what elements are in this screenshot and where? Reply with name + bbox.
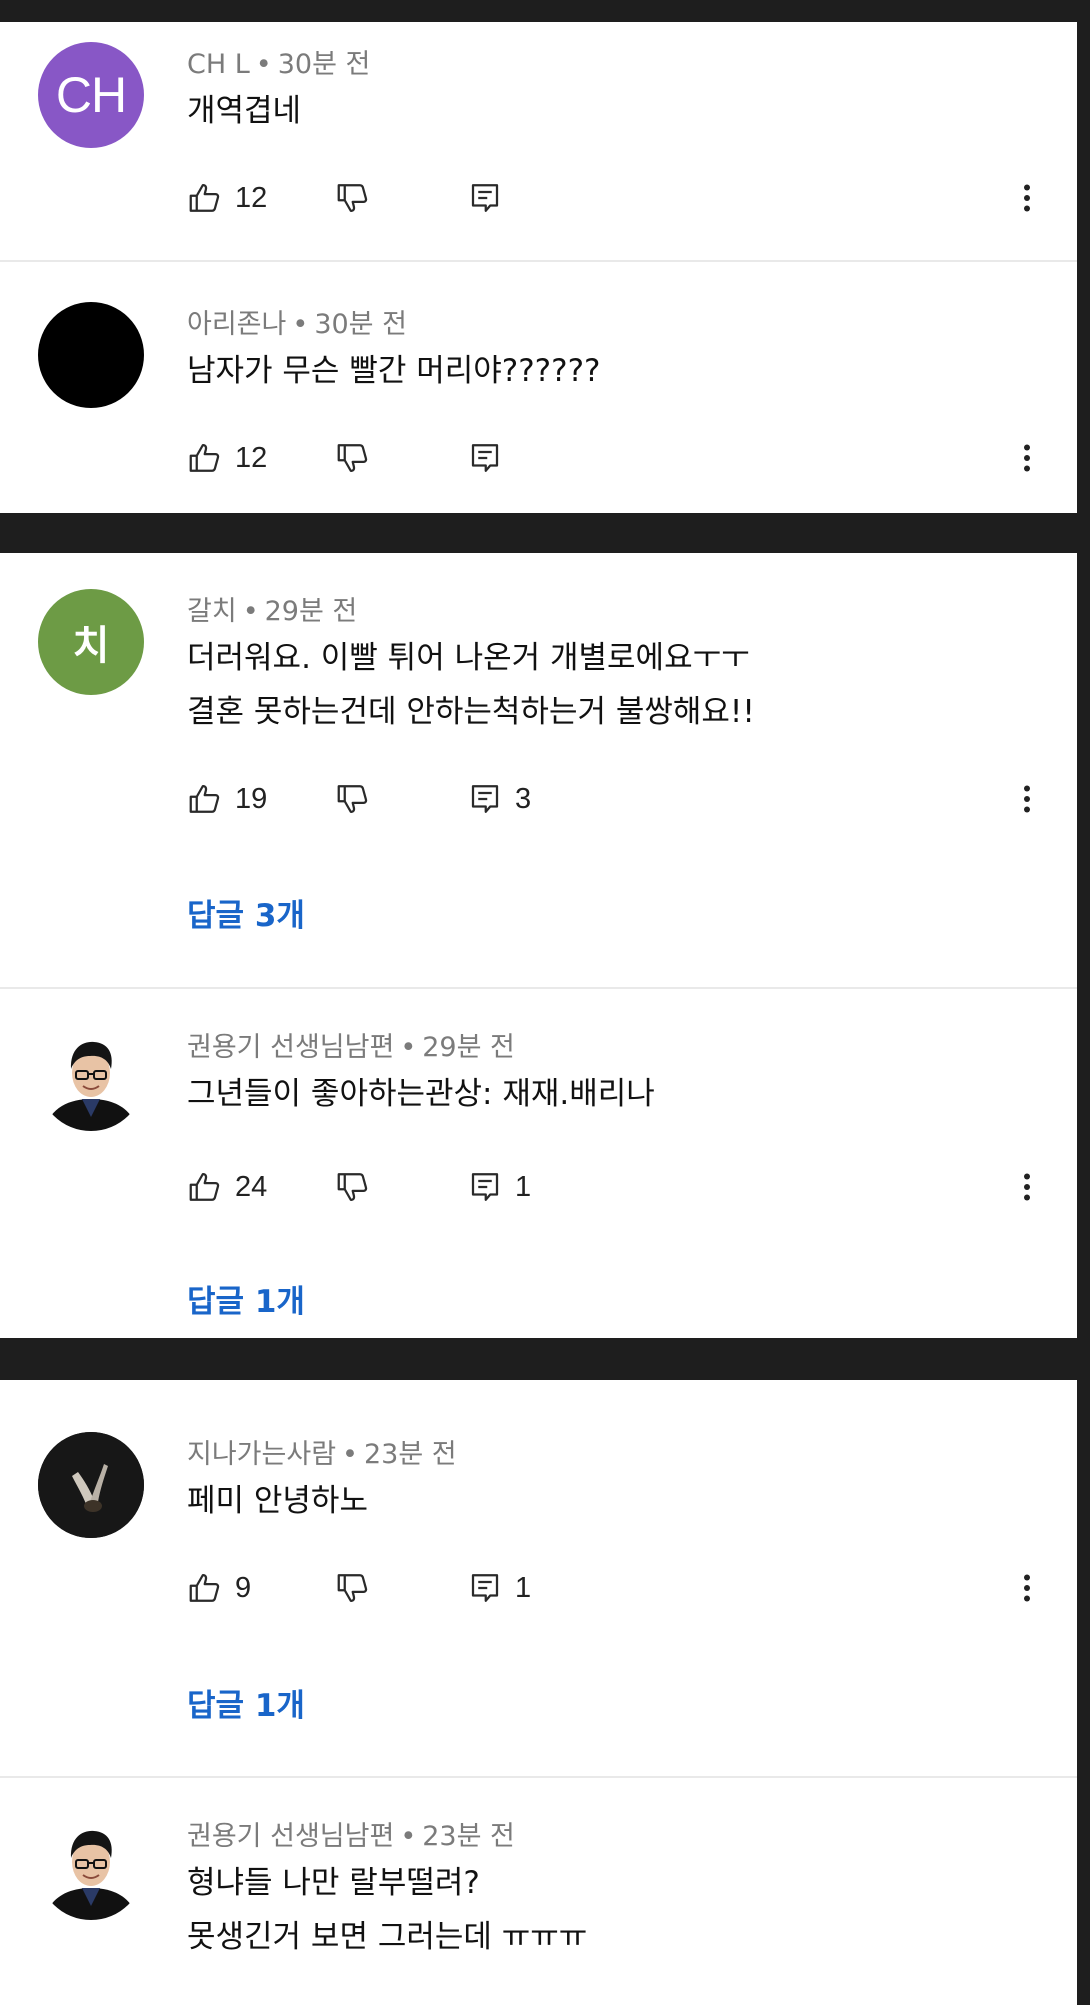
- comment-time: 29분 전: [422, 1032, 515, 1063]
- comment-actions: 12: [187, 176, 1047, 220]
- comment-time: 30분 전: [314, 309, 407, 340]
- comment-time: 23분 전: [363, 1439, 457, 1470]
- reply-count: 3: [515, 782, 532, 815]
- thumbs-down-icon: [337, 1574, 368, 1602]
- comment-meta: 권용기 선생님남편 • 23분 전: [187, 1821, 515, 1852]
- comment-author[interactable]: 갈치: [187, 596, 237, 627]
- reply-button[interactable]: 1: [467, 1566, 531, 1610]
- reply-icon: [471, 184, 499, 212]
- comment-author[interactable]: 권용기 선생님남편: [187, 1032, 394, 1063]
- like-count: 19: [235, 782, 268, 815]
- comment-time: 29분 전: [264, 596, 358, 627]
- comment-text: 형냐들 나만 랄부떨려? 못생긴거 보면 그러는데 ㅠㅠㅠ: [187, 1865, 588, 1955]
- more-vert-icon: [1024, 1173, 1030, 1201]
- like-count: 12: [235, 441, 268, 474]
- thumbs-up-icon: [189, 785, 220, 813]
- comment-actions: 24 1: [187, 1165, 1047, 1209]
- comment-item: 아리존나 • 30분 전 남자가 무슨 빨간 머리야?????? 12: [0, 282, 1077, 513]
- comment-item: 권용기 선생님남편 • 23분 전 형냐들 나만 랄부떨려? 못생긴거 보면 그러는…: [0, 1778, 1077, 2005]
- more-vert-icon: [1024, 1574, 1030, 1602]
- like-button[interactable]: 24: [187, 1165, 267, 1209]
- dislike-button[interactable]: [335, 777, 371, 821]
- comment-time: 23분 전: [422, 1821, 515, 1852]
- comment-meta: 권용기 선생님남편 • 29분 전: [187, 1032, 515, 1063]
- comment-actions: 19 3: [187, 777, 1047, 821]
- comment-author[interactable]: 아리존나: [187, 309, 286, 340]
- like-button[interactable]: 9: [187, 1566, 251, 1610]
- comment-item: 지나가는사람 • 23분 전 페미 안녕하노 9 1 답글 1개: [0, 1380, 1077, 1776]
- reply-icon: [471, 785, 499, 813]
- like-count: 12: [235, 181, 268, 214]
- comment-actions: 12: [187, 436, 1047, 480]
- reply-button[interactable]: 3: [467, 777, 531, 821]
- comments-panel-1: CH CH L • 30분 전 개역겹네 12 아리존나 • 30분 전 남자가…: [0, 22, 1077, 513]
- comment-actions: 9 1: [187, 1566, 1047, 1610]
- reply-count: 1: [515, 1571, 532, 1604]
- avatar[interactable]: [38, 1025, 144, 1131]
- avatar[interactable]: CH: [38, 42, 144, 148]
- thumbs-down-icon: [337, 184, 368, 212]
- like-button[interactable]: 19: [187, 777, 267, 821]
- thumbs-up-icon: [189, 184, 220, 212]
- reply-count: 1: [515, 1170, 532, 1203]
- more-vert-icon: [1024, 444, 1030, 472]
- thumbs-up-icon: [189, 1574, 220, 1602]
- comment-meta: 갈치 • 29분 전: [187, 596, 358, 627]
- more-options-button[interactable]: [1007, 1566, 1047, 1610]
- reply-button[interactable]: [467, 176, 515, 220]
- dislike-button[interactable]: [335, 436, 371, 480]
- avatar[interactable]: [38, 302, 144, 408]
- comment-meta: 아리존나 • 30분 전: [187, 309, 407, 340]
- comment-text: 그년들이 좋아하는관상: 재재.배리나: [187, 1076, 655, 1112]
- more-vert-icon: [1024, 785, 1030, 813]
- reply-icon: [471, 444, 499, 472]
- hands-avatar: [38, 1432, 144, 1538]
- reply-icon: [471, 1173, 499, 1201]
- comment-meta: 지나가는사람 • 23분 전: [187, 1439, 457, 1470]
- like-button[interactable]: 12: [187, 436, 267, 480]
- comment-item: CH CH L • 30분 전 개역겹네 12: [0, 22, 1077, 280]
- dislike-button[interactable]: [335, 1165, 371, 1209]
- comment-item: 치 갈치 • 29분 전 더러워요. 이빨 튀어 나온거 개별로에요ㅜㅜ 결혼 못하…: [0, 553, 1077, 987]
- thumbs-down-icon: [337, 1173, 368, 1201]
- view-replies-link[interactable]: 답글 1개: [187, 1680, 305, 1725]
- comment-meta: CH L • 30분 전: [187, 49, 371, 80]
- comments-panel-3: 지나가는사람 • 23분 전 페미 안녕하노 9 1 답글 1개 권용기 선생님…: [0, 1380, 1077, 2005]
- thumbs-down-icon: [337, 444, 368, 472]
- comment-author[interactable]: CH L: [187, 49, 250, 80]
- thumbs-up-icon: [189, 444, 220, 472]
- reply-button[interactable]: 1: [467, 1165, 531, 1209]
- more-vert-icon: [1024, 184, 1030, 212]
- comment-text: 페미 안녕하노: [187, 1483, 368, 1519]
- reply-icon: [471, 1574, 499, 1602]
- view-replies-link[interactable]: 답글 3개: [187, 890, 305, 935]
- comments-panel-2: 치 갈치 • 29분 전 더러워요. 이빨 튀어 나온거 개별로에요ㅜㅜ 결혼 못하…: [0, 553, 1077, 1338]
- avatar[interactable]: 치: [38, 589, 144, 695]
- comment-item: 권용기 선생님남편 • 29분 전 그년들이 좋아하는관상: 재재.배리나 24 1…: [0, 989, 1077, 1338]
- more-options-button[interactable]: [1007, 1165, 1047, 1209]
- reply-button[interactable]: [467, 436, 515, 480]
- more-options-button[interactable]: [1007, 777, 1047, 821]
- person-glasses-avatar: [38, 1025, 144, 1131]
- more-options-button[interactable]: [1007, 176, 1047, 220]
- like-count: 24: [235, 1170, 268, 1203]
- comment-text: 개역겹네: [187, 93, 302, 129]
- comment-author[interactable]: 권용기 선생님남편: [187, 1821, 394, 1852]
- avatar[interactable]: [38, 1432, 144, 1538]
- comment-text: 더러워요. 이빨 튀어 나온거 개별로에요ㅜㅜ 결혼 못하는건데 안하는척하는거…: [187, 640, 755, 730]
- dislike-button[interactable]: [335, 176, 371, 220]
- comment-author[interactable]: 지나가는사람: [187, 1439, 336, 1470]
- thumbs-up-icon: [189, 1173, 220, 1201]
- comment-time: 30분 전: [277, 49, 371, 80]
- dislike-button[interactable]: [335, 1566, 371, 1610]
- avatar[interactable]: [38, 1814, 144, 1920]
- thumbs-down-icon: [337, 785, 368, 813]
- more-options-button[interactable]: [1007, 436, 1047, 480]
- comment-text: 남자가 무슨 빨간 머리야??????: [187, 353, 601, 389]
- view-replies-link[interactable]: 답글 1개: [187, 1276, 305, 1321]
- like-count: 9: [235, 1571, 252, 1604]
- like-button[interactable]: 12: [187, 176, 267, 220]
- person-glasses-avatar: [38, 1814, 144, 1920]
- comment-divider: [0, 260, 1077, 262]
